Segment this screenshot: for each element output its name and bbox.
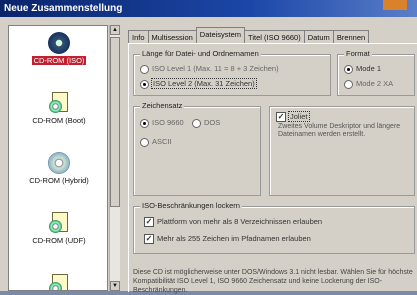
title-accent-block	[383, 0, 407, 10]
tab-brennen[interactable]: Brennen	[332, 30, 370, 43]
boot-document-icon	[49, 92, 69, 114]
checkbox[interactable]: ✓	[276, 112, 286, 123]
list-item-label: CD-ROM (Boot)	[32, 116, 86, 125]
udf-document-icon	[49, 212, 69, 234]
radio-button[interactable]	[140, 79, 149, 89]
iso-level-2-option[interactable]: ISO Level 2 (Max. 31 Zeichen)	[140, 78, 257, 89]
directory-depth-option[interactable]: ✓ Plattform von mehr als 8 Verzeichnissen…	[144, 217, 322, 228]
checkbox[interactable]: ✓	[144, 234, 154, 245]
radio-button[interactable]	[192, 118, 201, 128]
mode-1-option[interactable]: Mode 1	[344, 64, 381, 74]
dateisystem-panel: Länge für Datei- und Ordnernamen ISO Lev…	[128, 43, 417, 294]
group-title: ISO-Beschränkungen lockern	[140, 201, 242, 210]
list-item-cd-rom-udf[interactable]: CD-ROM (UDF)	[9, 212, 107, 245]
radio-button[interactable]	[140, 137, 149, 147]
scroll-down-arrow-icon[interactable]: ▼	[110, 281, 120, 291]
iso-9660-option[interactable]: ISO 9660	[140, 118, 184, 128]
radio-button[interactable]	[140, 118, 149, 128]
tab-strip: Info Multisession Dateisystem Titel (ISO 96…	[128, 27, 417, 43]
charset-group: Zeichensatz ISO 9660 DOS ASCII	[133, 101, 261, 196]
cd-disc-icon	[48, 32, 70, 54]
compilation-window: CD-ROM (ISO) CD-ROM (Boot) CD-ROM (Hybri…	[0, 17, 417, 294]
list-item-cd-rom-boot[interactable]: CD-ROM (Boot)	[9, 92, 107, 125]
tab-dateisystem[interactable]: Dateisystem	[195, 27, 246, 43]
list-item-cd-rom-hybrid[interactable]: CD-ROM (Hybrid)	[9, 152, 107, 185]
radio-button[interactable]	[344, 79, 353, 89]
document-icon	[49, 274, 69, 290]
dos-option[interactable]: DOS	[192, 118, 220, 128]
compilation-type-list[interactable]: CD-ROM (ISO) CD-ROM (Boot) CD-ROM (Hybri…	[8, 25, 108, 291]
iso-limits-group: ISO-Beschränkungen lockern ✓ Plattform vo…	[133, 201, 415, 254]
radio-button[interactable]	[140, 64, 149, 74]
list-item-cd-rom-iso[interactable]: CD-ROM (ISO)	[9, 32, 107, 65]
joliet-group: ✓ Joliet Zweites Volume Deskriptor und lä…	[269, 106, 415, 196]
format-group: Format Mode 1 Mode 2 XA	[337, 49, 415, 96]
tab-multisession[interactable]: Multisession	[147, 30, 197, 43]
ascii-option[interactable]: ASCII	[140, 137, 172, 147]
list-item-label: CD-ROM (UDF)	[32, 236, 86, 245]
group-title: Länge für Datei- und Ordnernamen	[140, 49, 261, 58]
list-item-label: CD-ROM (Hybrid)	[29, 176, 89, 185]
mode-2-xa-option[interactable]: Mode 2 XA	[344, 79, 393, 89]
list-scrollbar[interactable]: ▲ ▼	[109, 25, 120, 291]
group-title: Zeichensatz	[140, 101, 185, 110]
scroll-up-arrow-icon[interactable]: ▲	[110, 25, 120, 35]
joliet-checkbox-option[interactable]: ✓ Joliet	[276, 111, 310, 123]
group-title: Format	[344, 49, 372, 58]
tab-info[interactable]: Info	[128, 30, 149, 43]
path-length-option[interactable]: ✓ Mehr als 255 Zeichen im Pfadnamen erlau…	[144, 234, 311, 245]
tab-titel-iso[interactable]: Titel (ISO 9660)	[244, 30, 305, 43]
window-title: Neue Zusammenstellung	[4, 3, 123, 14]
radio-button[interactable]	[344, 64, 353, 74]
tab-datum[interactable]: Datum	[303, 30, 334, 43]
checkbox[interactable]: ✓	[144, 217, 154, 228]
filename-length-group: Länge für Datei- und Ordnernamen ISO Lev…	[133, 49, 331, 96]
window-title-bar: Neue Zusammenstellung	[0, 0, 417, 17]
scroll-thumb[interactable]	[110, 37, 120, 207]
iso-level-1-option[interactable]: ISO Level 1 (Max. 11 = 8 + 3 Zeichen)	[140, 64, 279, 74]
list-item-label: CD-ROM (ISO)	[31, 56, 87, 65]
joliet-description: Zweites Volume Deskriptor und längere Da…	[278, 123, 401, 138]
cd-disc-icon	[48, 152, 70, 174]
list-item-partial[interactable]	[9, 274, 107, 290]
